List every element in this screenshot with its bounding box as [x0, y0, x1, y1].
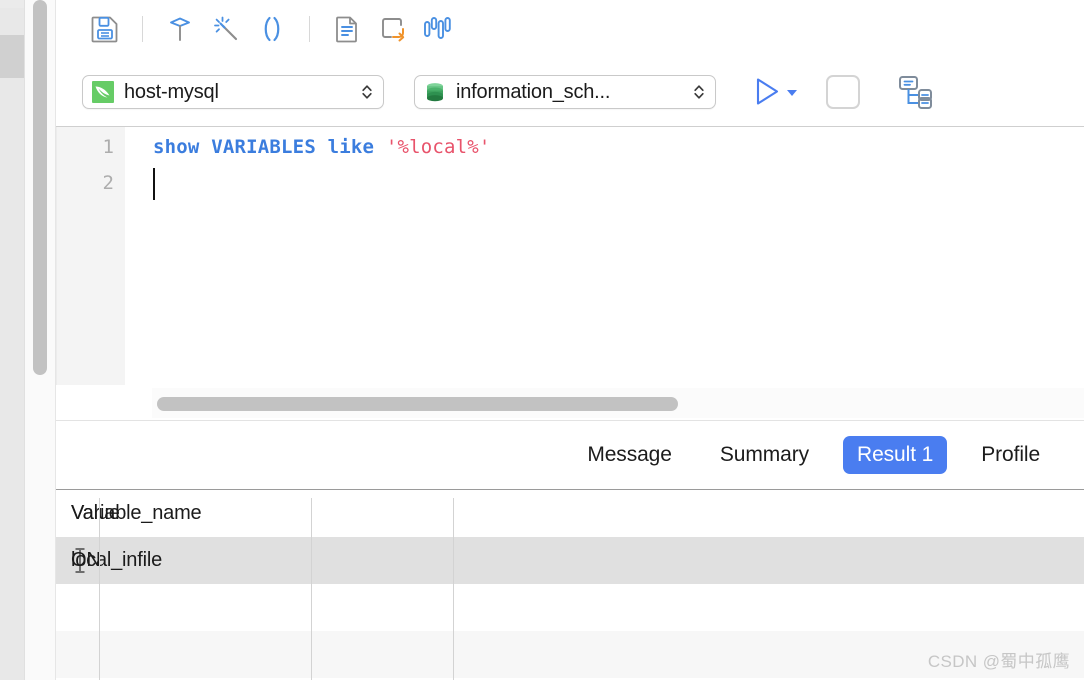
magic-wand-icon [214, 16, 238, 41]
column-header-filler [56, 490, 686, 537]
database-select-value: information_sch... [456, 80, 611, 103]
play-triangle-icon [756, 78, 779, 105]
table-row[interactable] [56, 584, 1084, 631]
watermark-text: CSDN @蜀中孤鹰 [927, 652, 1070, 671]
line-number-2: 2 [102, 172, 114, 194]
format-sql-button[interactable] [157, 7, 203, 51]
document-text-icon [336, 16, 357, 43]
table-header-row: Variable_name Value [56, 490, 1084, 537]
beautify-format-icon [170, 17, 190, 41]
sql-token-string-literal: '%local%' [385, 136, 491, 158]
left-navigation-sidebar[interactable] [0, 0, 25, 680]
sql-client-window: host-mysql information_sch... 1 2 show V… [0, 0, 1084, 680]
query-profile-button[interactable] [416, 7, 462, 51]
main-editor-pane: host-mysql information_sch... 1 2 show V… [56, 0, 1084, 680]
sql-space-3 [374, 136, 386, 158]
export-result-button[interactable] [370, 7, 416, 51]
database-cylinder-icon [427, 83, 443, 102]
sidebar-top-strip [0, 0, 24, 8]
chevron-updown-icon-db [691, 81, 707, 103]
sql-code-area[interactable]: show VARIABLES like '%local%' [125, 127, 1084, 415]
query-profile-chart-icon [424, 17, 451, 39]
sql-code-line-1: show VARIABLES like '%local%' [153, 129, 491, 165]
sql-space-2 [316, 136, 328, 158]
sql-space-1 [200, 136, 212, 158]
sql-token-show: show [153, 136, 200, 158]
beautify-button[interactable] [203, 7, 249, 51]
toolbar-separator-1 [142, 16, 143, 42]
column-divider-2[interactable] [311, 498, 312, 680]
editor-toolbar [56, 0, 1084, 58]
cell-filler [56, 537, 686, 584]
connection-select-value: host-mysql [124, 80, 219, 103]
chevron-updown-icon [359, 81, 375, 103]
explain-plan-tree-icon [899, 76, 932, 109]
tab-message[interactable]: Message [573, 436, 686, 474]
parentheses-icon [264, 16, 280, 42]
tab-summary[interactable]: Summary [706, 436, 823, 474]
editor-left-edge [56, 127, 57, 420]
tab-profile[interactable]: Profile [967, 436, 1054, 474]
save-button[interactable] [82, 7, 128, 51]
sidebar-item-selected[interactable] [0, 35, 24, 78]
cell-filler [56, 584, 686, 631]
tab-status[interactable]: S [1074, 436, 1084, 474]
sql-token-variables: VARIABLES [211, 136, 316, 158]
horizontal-scrollbar-thumb[interactable] [157, 397, 678, 411]
table-row[interactable]: local_infile ON [56, 537, 1084, 584]
vertical-scrollbar-thumb[interactable] [33, 0, 47, 375]
stop-query-button[interactable] [826, 75, 860, 109]
tab-result-1[interactable]: Result 1 [843, 436, 948, 474]
run-options-dropdown[interactable] [784, 85, 800, 104]
line-number-gutter: 1 2 [56, 127, 125, 415]
column-divider-3[interactable] [453, 498, 454, 680]
text-view-button[interactable] [324, 7, 370, 51]
sql-token-like: like [327, 136, 375, 158]
cell-filler [56, 631, 686, 678]
line-number-1: 1 [102, 136, 114, 158]
connection-select[interactable]: host-mysql [82, 75, 384, 109]
database-select[interactable]: information_sch... [414, 75, 716, 109]
text-caret [153, 168, 155, 200]
mysql-dolphin-icon [92, 81, 114, 103]
export-arrow-icon [382, 18, 405, 42]
chevron-down-icon [787, 90, 797, 96]
result-tab-bar: Message Summary Result 1 Profile S [56, 421, 1084, 489]
connection-toolbar: host-mysql information_sch... [56, 58, 1084, 126]
snippet-button[interactable] [249, 7, 295, 51]
save-icon [91, 16, 118, 43]
run-query-button[interactable] [750, 74, 800, 110]
column-divider-1[interactable] [99, 498, 100, 680]
explain-plan-button[interactable] [896, 73, 936, 111]
toolbar-separator-2 [309, 16, 310, 42]
sql-editor[interactable]: 1 2 show VARIABLES like '%local%' [56, 127, 1084, 415]
